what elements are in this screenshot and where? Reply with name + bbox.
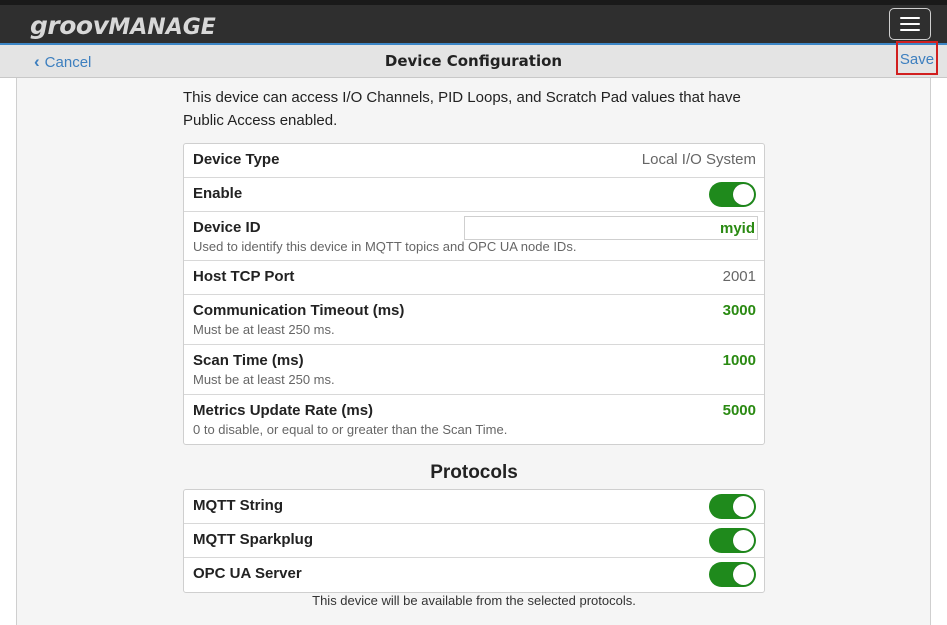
device-type-value: Local I/O System xyxy=(641,151,756,168)
hamburger-menu-button[interactable] xyxy=(889,8,931,40)
protocol-row-mqtt-sparkplug: MQTT Sparkplug xyxy=(184,524,764,558)
host-tcp-port-label: Host TCP Port xyxy=(193,268,295,285)
mqtt-string-toggle[interactable] xyxy=(709,494,756,519)
scan-time-help: Must be at least 250 ms. xyxy=(193,372,335,387)
main-content: This device can access I/O Channels, PID… xyxy=(16,78,931,625)
logo-groov: groov xyxy=(30,11,109,40)
enable-label: Enable xyxy=(193,185,243,202)
protocols-footnote: This device will be available from the s… xyxy=(312,593,636,608)
host-tcp-port-row: Host TCP Port 2001 xyxy=(184,261,764,295)
device-settings-panel: Device Type Local I/O System Enable Devi… xyxy=(183,143,765,445)
metrics-rate-label: Metrics Update Rate (ms) xyxy=(193,402,374,419)
protocol-label: MQTT Sparkplug xyxy=(193,531,313,548)
chevron-left-icon: ‹ xyxy=(34,52,40,71)
scan-time-value[interactable]: 1000 xyxy=(723,352,756,369)
app-header: groovMANAGE xyxy=(0,0,947,45)
toggle-knob xyxy=(733,564,754,585)
page-title: Device Configuration xyxy=(384,52,563,70)
metrics-rate-help: 0 to disable, or equal to or greater tha… xyxy=(193,422,508,437)
toggle-knob xyxy=(733,530,754,551)
protocol-label: MQTT String xyxy=(193,497,283,514)
comm-timeout-row: Communication Timeout (ms) 3000 Must be … xyxy=(184,295,764,345)
scan-time-label: Scan Time (ms) xyxy=(193,352,304,369)
hamburger-icon-bar xyxy=(900,29,920,31)
device-id-label: Device ID xyxy=(193,219,261,236)
device-type-label: Device Type xyxy=(193,151,280,168)
hamburger-icon xyxy=(900,17,920,19)
cancel-button[interactable]: ‹ Cancel xyxy=(34,52,91,72)
protocol-row-opc-ua-server: OPC UA Server xyxy=(184,558,764,592)
comm-timeout-label: Communication Timeout (ms) xyxy=(193,302,405,319)
intro-text: This device can access I/O Channels, PID… xyxy=(183,89,741,129)
scan-time-row: Scan Time (ms) 1000 Must be at least 250… xyxy=(184,345,764,395)
app-logo: groovMANAGE xyxy=(30,11,216,41)
comm-timeout-value[interactable]: 3000 xyxy=(723,302,756,319)
protocol-row-mqtt-string: MQTT String xyxy=(184,490,764,524)
host-tcp-port-value: 2001 xyxy=(722,268,756,285)
protocols-panel: MQTT String MQTT Sparkplug OPC UA Server xyxy=(183,489,765,593)
toggle-knob xyxy=(733,184,754,205)
protocols-heading: Protocols xyxy=(430,462,518,483)
opc-ua-server-toggle[interactable] xyxy=(709,562,756,587)
device-id-row: Device ID Used to identify this device i… xyxy=(184,212,764,261)
enable-row: Enable xyxy=(184,178,764,212)
save-button[interactable]: Save xyxy=(896,41,938,75)
nav-bar: ‹ Cancel Device Configuration Save xyxy=(0,41,947,78)
toggle-knob xyxy=(733,496,754,517)
metrics-rate-row: Metrics Update Rate (ms) 5000 0 to disab… xyxy=(184,395,764,444)
device-id-help: Used to identify this device in MQTT top… xyxy=(193,239,577,254)
hamburger-icon-bar xyxy=(900,23,920,25)
protocol-label: OPC UA Server xyxy=(193,565,302,582)
metrics-rate-value[interactable]: 5000 xyxy=(723,402,756,419)
device-type-row: Device Type Local I/O System xyxy=(184,144,764,178)
comm-timeout-help: Must be at least 250 ms. xyxy=(193,322,335,337)
device-id-input[interactable] xyxy=(464,216,758,240)
logo-manage: MANAGE xyxy=(108,15,216,40)
cancel-label: Cancel xyxy=(44,54,92,71)
mqtt-sparkplug-toggle[interactable] xyxy=(709,528,756,553)
enable-toggle[interactable] xyxy=(709,182,756,207)
